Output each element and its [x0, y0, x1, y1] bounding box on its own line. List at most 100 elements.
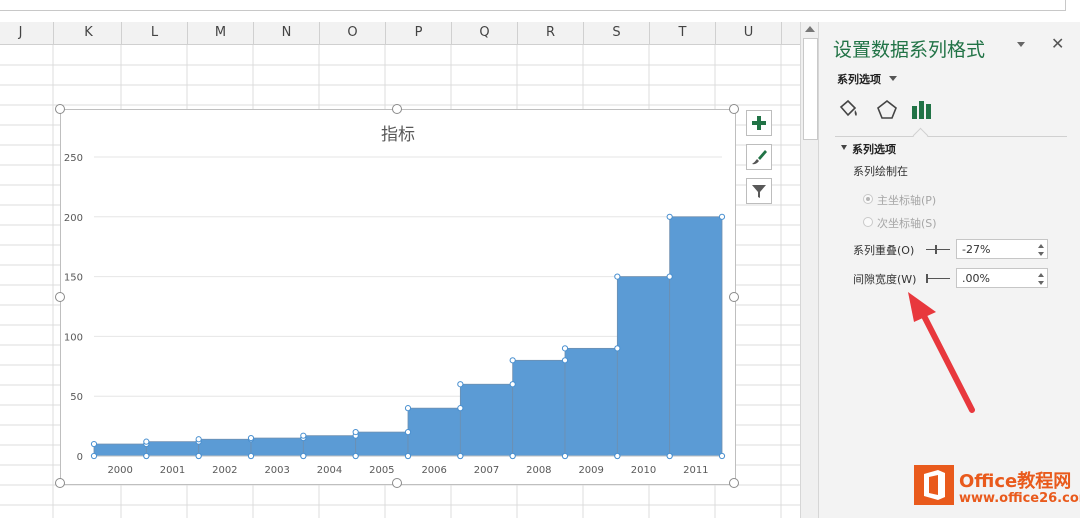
office-logo-icon — [914, 465, 954, 505]
series-options-tab[interactable] — [909, 98, 935, 122]
chart-title[interactable]: 指标 — [61, 120, 735, 145]
series-overlap-input[interactable]: -27% — [956, 239, 1048, 259]
paint-bucket-icon — [839, 99, 857, 117]
x-tick-label: 2004 — [317, 465, 342, 476]
spin-up-icon[interactable] — [1038, 244, 1044, 248]
spin-down-icon[interactable] — [1038, 252, 1044, 256]
selection-point — [614, 345, 621, 352]
gap-width-input[interactable]: .00% — [956, 268, 1048, 288]
selection-point — [718, 213, 726, 220]
selection-point — [300, 432, 307, 439]
column-header-l[interactable]: L — [122, 22, 188, 44]
primary-axis-label: 主坐标轴(P) — [877, 194, 937, 207]
y-tick-label: 200 — [64, 213, 83, 224]
selection-point — [404, 452, 412, 460]
chart-elements-button[interactable] — [746, 110, 772, 136]
effects-tab[interactable] — [874, 98, 900, 122]
x-tick-label: 2006 — [421, 465, 446, 476]
vertical-scrollbar[interactable] — [800, 22, 819, 518]
selection-point — [666, 213, 673, 220]
resize-handle-se[interactable] — [729, 478, 739, 488]
x-tick-label: 2000 — [107, 465, 132, 476]
gap-width-value: .00% — [962, 272, 990, 285]
selection-point — [666, 452, 673, 460]
column-header-j[interactable]: J — [0, 22, 54, 44]
collapse-triangle-icon[interactable] — [841, 145, 847, 150]
resize-handle-w[interactable] — [55, 292, 65, 302]
selection-point — [718, 452, 726, 460]
column-header-k[interactable]: K — [56, 22, 122, 44]
funnel-icon — [752, 185, 766, 198]
column-header-u[interactable]: U — [716, 22, 782, 44]
column-header-s[interactable]: S — [584, 22, 650, 44]
active-tab-pointer — [912, 127, 929, 144]
formula-bar[interactable] — [0, 0, 1066, 11]
column-header-m[interactable]: M — [188, 22, 254, 44]
resize-handle-n[interactable] — [392, 104, 402, 114]
selection-point — [247, 452, 255, 460]
bar-2003 — [250, 437, 304, 457]
x-tick-label: 2001 — [160, 465, 185, 476]
bar-2006 — [407, 407, 461, 457]
primary-axis-radio[interactable] — [863, 194, 873, 204]
secondary-axis-radio[interactable] — [863, 217, 873, 227]
plus-icon — [752, 116, 766, 130]
y-tick-label: 100 — [64, 332, 83, 343]
x-tick-label: 2002 — [212, 465, 237, 476]
bar-2010 — [616, 276, 671, 457]
series-overlap-slider-thumb[interactable] — [935, 245, 937, 254]
close-icon[interactable]: ✕ — [1051, 34, 1064, 53]
x-tick-label: 2003 — [264, 465, 289, 476]
scroll-thumb[interactable] — [803, 38, 818, 140]
column-header-r[interactable]: R — [518, 22, 584, 44]
bar-2004 — [302, 435, 357, 457]
selection-point — [195, 452, 202, 460]
x-tick-label: 2009 — [578, 465, 603, 476]
x-tick-label: 2005 — [369, 465, 394, 476]
selection-point — [561, 452, 569, 460]
y-tick-label: 150 — [64, 273, 83, 284]
bar-2001 — [145, 441, 200, 457]
y-tick-label: 250 — [64, 153, 83, 164]
column-header-o[interactable]: O — [320, 22, 386, 44]
chart-styles-button[interactable] — [746, 144, 772, 170]
selection-point — [143, 438, 150, 445]
resize-handle-sw[interactable] — [55, 478, 65, 488]
spin-up-icon[interactable] — [1038, 273, 1044, 277]
section-series-options[interactable]: 系列选项 — [852, 141, 896, 157]
chart-area[interactable]: 0 50 100 150 200 250 2000 2001 2002 2003 2004 2005 2… — [60, 109, 736, 485]
scroll-up-arrow-icon[interactable] — [805, 26, 815, 32]
selection-point — [404, 428, 412, 436]
selection-point — [509, 357, 516, 364]
selection-point — [614, 273, 621, 280]
column-header-n[interactable]: N — [254, 22, 320, 44]
selection-point — [404, 405, 412, 412]
selection-point — [509, 452, 516, 460]
gap-width-slider-thumb[interactable] — [926, 274, 928, 283]
chart-filters-button[interactable] — [746, 178, 772, 204]
resize-handle-nw[interactable] — [55, 104, 65, 114]
series-options-dropdown[interactable]: 系列选项 — [837, 71, 881, 87]
resize-handle-s[interactable] — [392, 478, 402, 488]
column-header-t[interactable]: T — [650, 22, 716, 44]
pentagon-icon — [877, 99, 897, 119]
selection-point — [90, 452, 98, 460]
selection-point — [195, 436, 202, 443]
plot-series-on-label: 系列绘制在 — [853, 165, 908, 178]
fill-line-tab[interactable] — [835, 98, 861, 122]
spin-down-icon[interactable] — [1038, 281, 1044, 285]
gap-width-slider[interactable] — [926, 278, 950, 279]
resize-handle-ne[interactable] — [729, 104, 739, 114]
chevron-down-icon[interactable] — [889, 76, 897, 81]
selection-point — [352, 428, 359, 436]
resize-handle-e[interactable] — [729, 292, 739, 302]
selection-point — [457, 405, 464, 412]
pane-options-chevron-down-icon[interactable] — [1017, 42, 1025, 47]
column-header-q[interactable]: Q — [452, 22, 518, 44]
gap-width-label: 间隙宽度(W) — [853, 273, 917, 286]
bar-2009 — [564, 347, 618, 457]
series-overlap-slider[interactable] — [926, 249, 950, 250]
series-overlap-label: 系列重叠(O) — [853, 244, 915, 257]
plot-area[interactable]: 0 50 100 150 200 250 2000 2001 2002 2003 2004 2005 2… — [61, 110, 735, 484]
column-header-p[interactable]: P — [386, 22, 452, 44]
